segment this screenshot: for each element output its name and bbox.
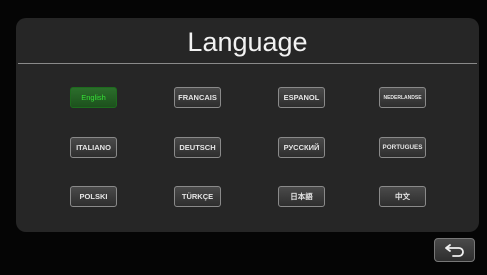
language-button-turkce[interactable]: TÜRKÇE — [174, 186, 221, 207]
language-button-portugues[interactable]: PORTUGUES — [379, 137, 426, 158]
language-button-italiano[interactable]: ITALIANO — [70, 137, 117, 158]
language-button-polski[interactable]: POLSKI — [70, 186, 117, 207]
language-button-russian[interactable]: РУССКИЙ — [278, 137, 325, 158]
language-button-deutsch[interactable]: DEUTSCH — [174, 137, 221, 158]
back-arrow-icon — [444, 244, 464, 257]
language-button-japanese[interactable]: 日本語 — [278, 186, 325, 207]
language-button-chinese[interactable]: 中文 — [379, 186, 426, 207]
page-title: Language — [187, 27, 308, 57]
language-button-espanol[interactable]: ESPANOL — [278, 87, 325, 108]
back-button[interactable] — [434, 238, 475, 262]
screen: Language English FRANCAIS ESPANOL NEDERL… — [0, 0, 487, 275]
language-button-francais[interactable]: FRANCAIS — [174, 87, 221, 108]
title-divider — [18, 63, 477, 64]
language-button-english[interactable]: English — [70, 87, 117, 108]
language-button-nederlandse[interactable]: NEDERLANDSE — [379, 87, 426, 108]
language-panel: Language English FRANCAIS ESPANOL NEDERL… — [16, 18, 479, 232]
